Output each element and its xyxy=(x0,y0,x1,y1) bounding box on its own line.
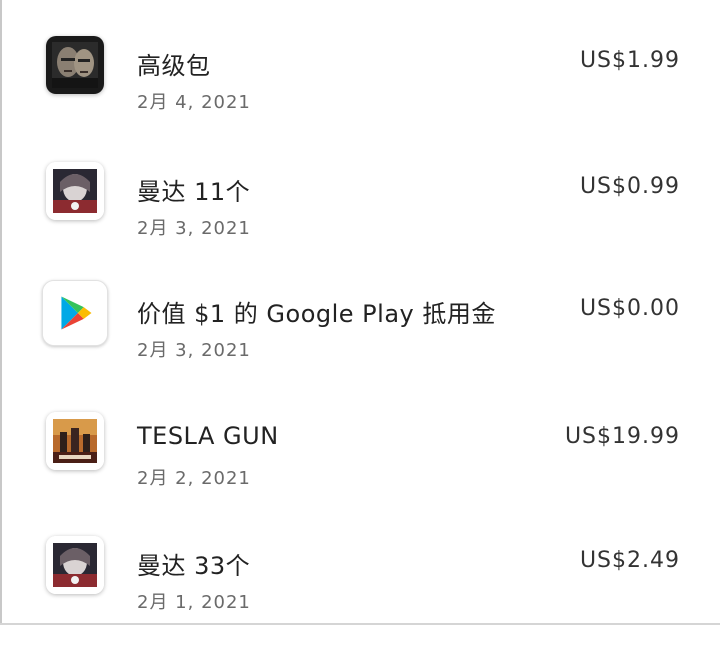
game-icon-unkilled xyxy=(46,412,104,470)
game-icon-character xyxy=(46,162,104,220)
purchase-title: TESLA GUN xyxy=(137,422,279,450)
purchase-title: 高级包 xyxy=(137,52,211,80)
purchase-title: 曼达 11个 xyxy=(137,178,251,206)
purchase-date: 2月 3, 2021 xyxy=(137,340,251,361)
game-icon-character xyxy=(46,536,104,594)
purchase-date: 2月 1, 2021 xyxy=(137,592,251,613)
purchase-price: US$2.49 xyxy=(579,548,680,573)
purchase-item[interactable]: TESLA GUN 2月 2, 2021 US$19.99 xyxy=(0,406,720,530)
purchase-item[interactable]: 价值 $1 的 Google Play 抵用金 2月 3, 2021 US$0.… xyxy=(0,278,720,402)
game-icon-zombie-faces xyxy=(46,36,104,94)
purchase-item[interactable]: 曼达 33个 2月 1, 2021 US$2.49 xyxy=(0,530,720,654)
purchase-price: US$0.00 xyxy=(579,296,680,321)
google-play-icon xyxy=(42,280,108,346)
purchase-date: 2月 2, 2021 xyxy=(137,468,251,489)
purchase-price: US$19.99 xyxy=(564,424,680,449)
purchase-price: US$1.99 xyxy=(579,48,680,73)
purchase-title: 价值 $1 的 Google Play 抵用金 xyxy=(137,300,496,328)
purchase-item[interactable]: 曼达 11个 2月 3, 2021 US$0.99 xyxy=(0,156,720,280)
purchase-item[interactable]: 高级包 2月 4, 2021 US$1.99 xyxy=(0,30,720,154)
purchase-title: 曼达 33个 xyxy=(137,552,251,580)
purchase-date: 2月 4, 2021 xyxy=(137,92,251,113)
purchase-date: 2月 3, 2021 xyxy=(137,218,251,239)
purchase-price: US$0.99 xyxy=(579,174,680,199)
